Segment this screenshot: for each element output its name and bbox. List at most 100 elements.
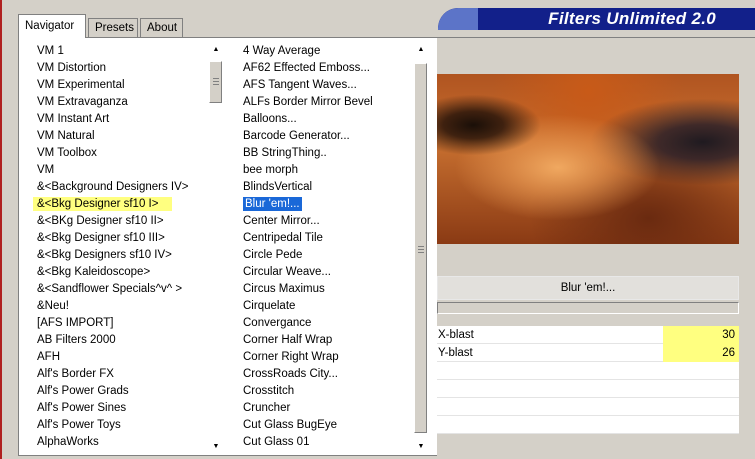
list-item-label: Centripedal Tile bbox=[243, 232, 323, 244]
list-item[interactable]: VM 1 bbox=[33, 43, 213, 60]
scroll-thumb[interactable] bbox=[209, 61, 222, 103]
list-item[interactable]: VM Extravaganza bbox=[33, 94, 213, 111]
list-item-label: ALFs Border Mirror Bevel bbox=[243, 96, 373, 108]
list-item-label: AF62 Effected Emboss... bbox=[243, 62, 370, 74]
list-item[interactable]: &<Bkg Designer sf10 III> bbox=[33, 230, 213, 247]
list-item-label: [AFS IMPORT] bbox=[37, 317, 114, 329]
list-item-label: Circus Maximus bbox=[243, 283, 325, 295]
list-item[interactable]: &Neu! bbox=[33, 298, 213, 315]
list-item[interactable]: BlindsVertical bbox=[241, 179, 421, 196]
list-item[interactable]: Circus Maximus bbox=[241, 281, 421, 298]
list-item[interactable]: VM Natural bbox=[33, 128, 213, 145]
list-item[interactable]: &<Bkg Designers sf10 IV> bbox=[33, 247, 213, 264]
list-item-label: VM Extravaganza bbox=[37, 96, 128, 108]
list-item[interactable]: &<Background Designers IV> bbox=[33, 179, 213, 196]
filter-list[interactable]: 4 Way Average AF62 Effected Emboss... AFS … bbox=[241, 43, 421, 451]
list-item[interactable]: Circular Weave... bbox=[241, 264, 421, 281]
list-item[interactable]: Balloons... bbox=[241, 111, 421, 128]
list-item-label: Crosstitch bbox=[243, 385, 295, 397]
scroll-down-arrow-icon[interactable]: ▼ bbox=[209, 441, 223, 453]
list-item[interactable]: bee morph bbox=[241, 162, 421, 179]
list-item-label: &<Background Designers IV> bbox=[37, 181, 189, 193]
list-item[interactable]: CrossRoads City... bbox=[241, 366, 421, 383]
list-item-label: &<Bkg Designer sf10 III> bbox=[37, 232, 165, 244]
list-item[interactable]: Alf's Power Grads bbox=[33, 383, 213, 400]
scroll-thumb[interactable] bbox=[414, 63, 427, 433]
tab-about[interactable]: About bbox=[140, 18, 183, 37]
list-item-label: Alf's Border FX bbox=[37, 368, 114, 380]
list-item-label: BlindsVertical bbox=[243, 181, 313, 193]
scroll-up-arrow-icon[interactable]: ▲ bbox=[414, 44, 428, 56]
list-item-label: Barcode Generator... bbox=[243, 130, 350, 142]
list-item[interactable]: VM Distortion bbox=[33, 60, 213, 77]
tab-navigator[interactable]: Navigator bbox=[18, 14, 86, 38]
app-title: Filters Unlimited 2.0 bbox=[548, 9, 716, 28]
list-item[interactable]: &<Bkg Designer sf10 I> bbox=[33, 196, 213, 213]
list-item[interactable]: VM bbox=[33, 162, 213, 179]
list-item[interactable]: Convergance bbox=[241, 315, 421, 332]
filter-name-button[interactable]: Blur 'em!... bbox=[437, 276, 739, 300]
title-banner: Filters Unlimited 2.0 bbox=[438, 8, 755, 30]
tab-presets[interactable]: Presets bbox=[88, 18, 138, 37]
list-item-label: &Neu! bbox=[37, 300, 69, 312]
param-label: X-blast bbox=[438, 329, 474, 341]
list-item[interactable]: ALFs Border Mirror Bevel bbox=[241, 94, 421, 111]
list-item-label: Alf's Power Grads bbox=[37, 385, 129, 397]
list-item[interactable]: Corner Right Wrap bbox=[241, 349, 421, 366]
list-item[interactable]: Center Mirror... bbox=[241, 213, 421, 230]
list-item[interactable]: Centripedal Tile bbox=[241, 230, 421, 247]
scroll-up-arrow-icon[interactable]: ▲ bbox=[209, 44, 223, 56]
list-item[interactable]: BB StringThing.. bbox=[241, 145, 421, 162]
preview-area: Blur 'em!... X-blast 30 Y-blast 26 bbox=[437, 38, 755, 457]
list-item-label: 4 Way Average bbox=[243, 45, 321, 57]
list-item[interactable]: VM Experimental bbox=[33, 77, 213, 94]
list-item-label: Circular Weave... bbox=[243, 266, 331, 278]
param-value[interactable]: 30 bbox=[663, 326, 739, 344]
list-item-label: VM Experimental bbox=[37, 79, 125, 91]
list-item[interactable]: [AFS IMPORT] bbox=[33, 315, 213, 332]
list-item[interactable]: Cruncher bbox=[241, 400, 421, 417]
list-item[interactable]: &<Bkg Kaleidoscope> bbox=[33, 264, 213, 281]
list-item[interactable]: Cirquelate bbox=[241, 298, 421, 315]
list-item[interactable]: AFS Tangent Waves... bbox=[241, 77, 421, 94]
list-item[interactable]: Blur 'em!... bbox=[241, 196, 421, 213]
list-item-label: &<Sandflower Specials^v^ > bbox=[37, 283, 183, 295]
progress-bar bbox=[437, 302, 739, 314]
list-item-label: AFS Tangent Waves... bbox=[243, 79, 357, 91]
list-item[interactable]: AB Filters 2000 bbox=[33, 332, 213, 349]
list-item[interactable]: AF62 Effected Emboss... bbox=[241, 60, 421, 77]
scroll-down-arrow-icon[interactable]: ▼ bbox=[414, 441, 428, 453]
list-item[interactable]: VM Toolbox bbox=[33, 145, 213, 162]
filter-scrollbar[interactable]: ▲ ▼ bbox=[414, 43, 428, 455]
category-scrollbar[interactable]: ▲ ▼ bbox=[209, 43, 223, 455]
parameter-list: X-blast 30 Y-blast 26 bbox=[437, 326, 739, 434]
param-value[interactable]: 26 bbox=[663, 344, 739, 362]
list-item[interactable]: &<BKg Designer sf10 II> bbox=[33, 213, 213, 230]
list-item[interactable]: Cut Glass 01 bbox=[241, 434, 421, 451]
list-item-label: VM Distortion bbox=[37, 62, 107, 74]
list-item-label: Circle Pede bbox=[243, 249, 303, 261]
list-item[interactable]: Circle Pede bbox=[241, 247, 421, 264]
param-row-x-blast[interactable]: X-blast 30 bbox=[437, 326, 739, 344]
list-item-label: &<Bkg Designer sf10 I> bbox=[33, 197, 173, 211]
list-item-label: Center Mirror... bbox=[243, 215, 320, 227]
param-label: Y-blast bbox=[438, 347, 473, 359]
list-item-label: VM Instant Art bbox=[37, 113, 110, 125]
list-item[interactable]: Corner Half Wrap bbox=[241, 332, 421, 349]
list-item-label: Blur 'em!... bbox=[243, 197, 302, 211]
list-item[interactable]: AlphaWorks bbox=[33, 434, 213, 451]
list-item[interactable]: &<Sandflower Specials^v^ > bbox=[33, 281, 213, 298]
param-row-y-blast[interactable]: Y-blast 26 bbox=[437, 344, 739, 362]
list-item[interactable]: Alf's Border FX bbox=[33, 366, 213, 383]
list-item-label: &<BKg Designer sf10 II> bbox=[37, 215, 164, 227]
list-item[interactable]: Barcode Generator... bbox=[241, 128, 421, 145]
list-item[interactable]: Crosstitch bbox=[241, 383, 421, 400]
list-item[interactable]: AFH bbox=[33, 349, 213, 366]
list-item[interactable]: Cut Glass BugEye bbox=[241, 417, 421, 434]
category-list[interactable]: VM 1 VM Distortion VM Experimental VM Extra… bbox=[33, 43, 213, 451]
list-item[interactable]: VM Instant Art bbox=[33, 111, 213, 128]
list-item[interactable]: 4 Way Average bbox=[241, 43, 421, 60]
list-item[interactable]: Alf's Power Toys bbox=[33, 417, 213, 434]
list-item[interactable]: Alf's Power Sines bbox=[33, 400, 213, 417]
list-item-label: VM Natural bbox=[37, 130, 95, 142]
